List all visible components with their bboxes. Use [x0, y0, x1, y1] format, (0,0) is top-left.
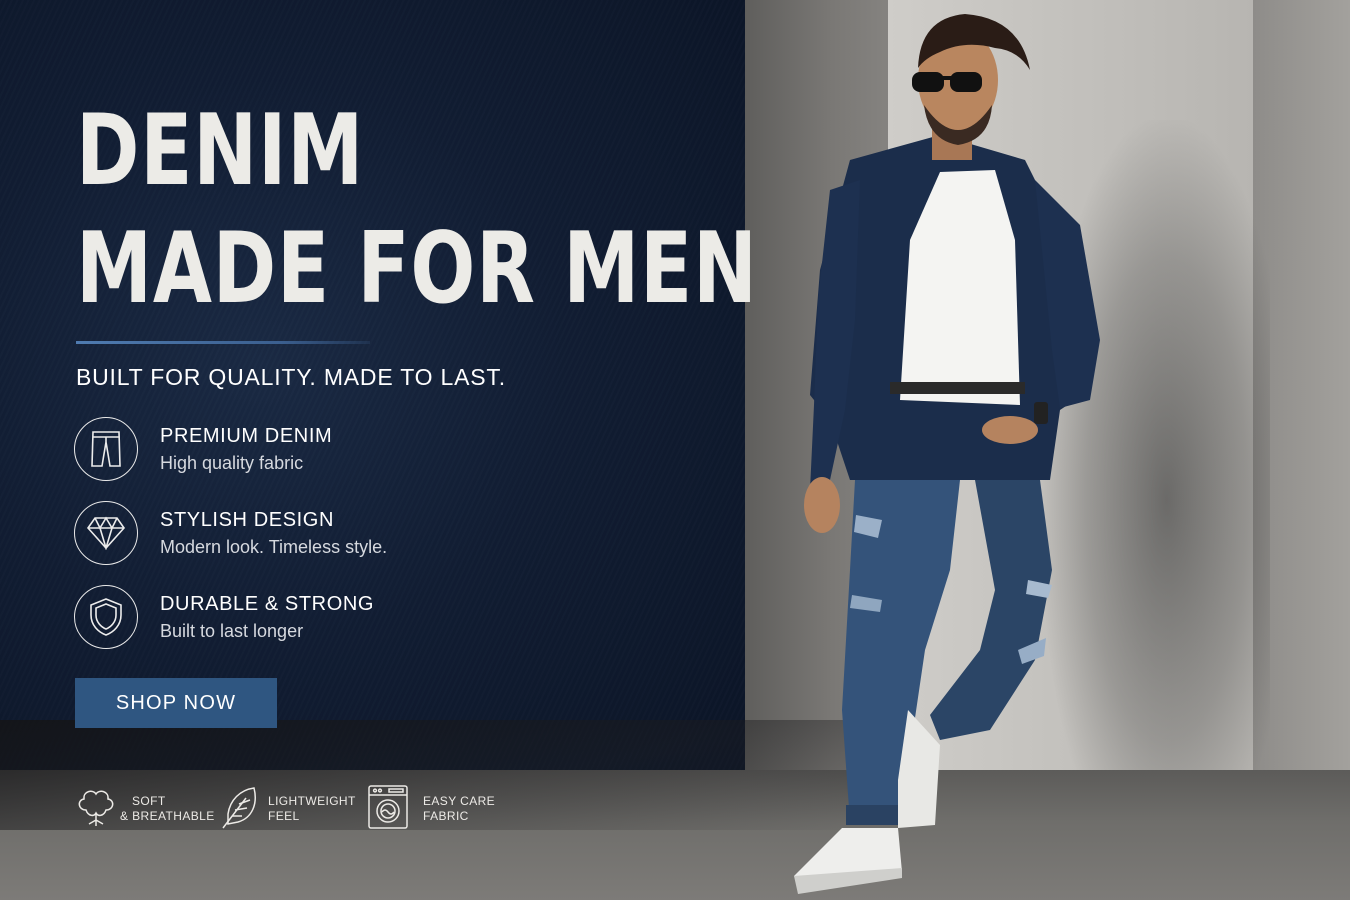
- hero-headline: DENIM MADE FOR MEN: [76, 92, 758, 328]
- feature-stylish-design: STYLISH DESIGN Modern look. Timeless sty…: [74, 501, 534, 569]
- shop-now-button[interactable]: SHOP NOW: [75, 678, 277, 728]
- diamond-icon: [74, 501, 138, 565]
- feature-subtitle: Modern look. Timeless style.: [160, 537, 388, 557]
- badge-line-2: FABRIC: [423, 809, 469, 823]
- hero-tagline: BUILT FOR QUALITY. MADE TO LAST.: [76, 364, 506, 390]
- badge-line-1: SOFT: [132, 794, 166, 808]
- feather-icon: [222, 787, 256, 829]
- badge-label: EASY CARE FABRIC: [423, 794, 495, 824]
- feature-premium-denim: PREMIUM DENIM High quality fabric: [74, 417, 534, 485]
- badge-line-2: FEEL: [268, 809, 300, 823]
- jeans-icon: [74, 417, 138, 481]
- badge-label: LIGHTWEIGHT FEEL: [268, 794, 356, 824]
- badge-line-2: & BREATHABLE: [120, 809, 215, 823]
- feature-title: STYLISH DESIGN: [160, 509, 334, 531]
- feature-title: DURABLE & STRONG: [160, 593, 375, 615]
- feature-title: PREMIUM DENIM: [160, 425, 333, 447]
- badge-soft-breathable: SOFT & BREATHABLE: [74, 784, 214, 830]
- badge-line-1: LIGHTWEIGHT: [268, 794, 356, 808]
- cotton-icon: [78, 790, 114, 826]
- feature-subtitle: Built to last longer: [160, 621, 304, 641]
- model-photo: [794, 14, 1100, 894]
- badge-lightweight: LIGHTWEIGHT FEEL: [220, 784, 360, 830]
- accent-divider: [76, 341, 370, 344]
- washing-machine-icon: [368, 785, 408, 829]
- shield-icon: [74, 585, 138, 649]
- headline-line-2: MADE FOR MEN: [76, 212, 758, 326]
- headline-line-1: DENIM: [76, 94, 365, 208]
- feature-subtitle: High quality fabric: [160, 453, 304, 473]
- badge-easy-care: EASY CARE FABRIC: [367, 784, 507, 830]
- badge-label: SOFT & BREATHABLE: [120, 794, 215, 824]
- feature-durable-strong: DURABLE & STRONG Built to last longer: [74, 585, 534, 653]
- badge-line-1: EASY CARE: [423, 794, 496, 808]
